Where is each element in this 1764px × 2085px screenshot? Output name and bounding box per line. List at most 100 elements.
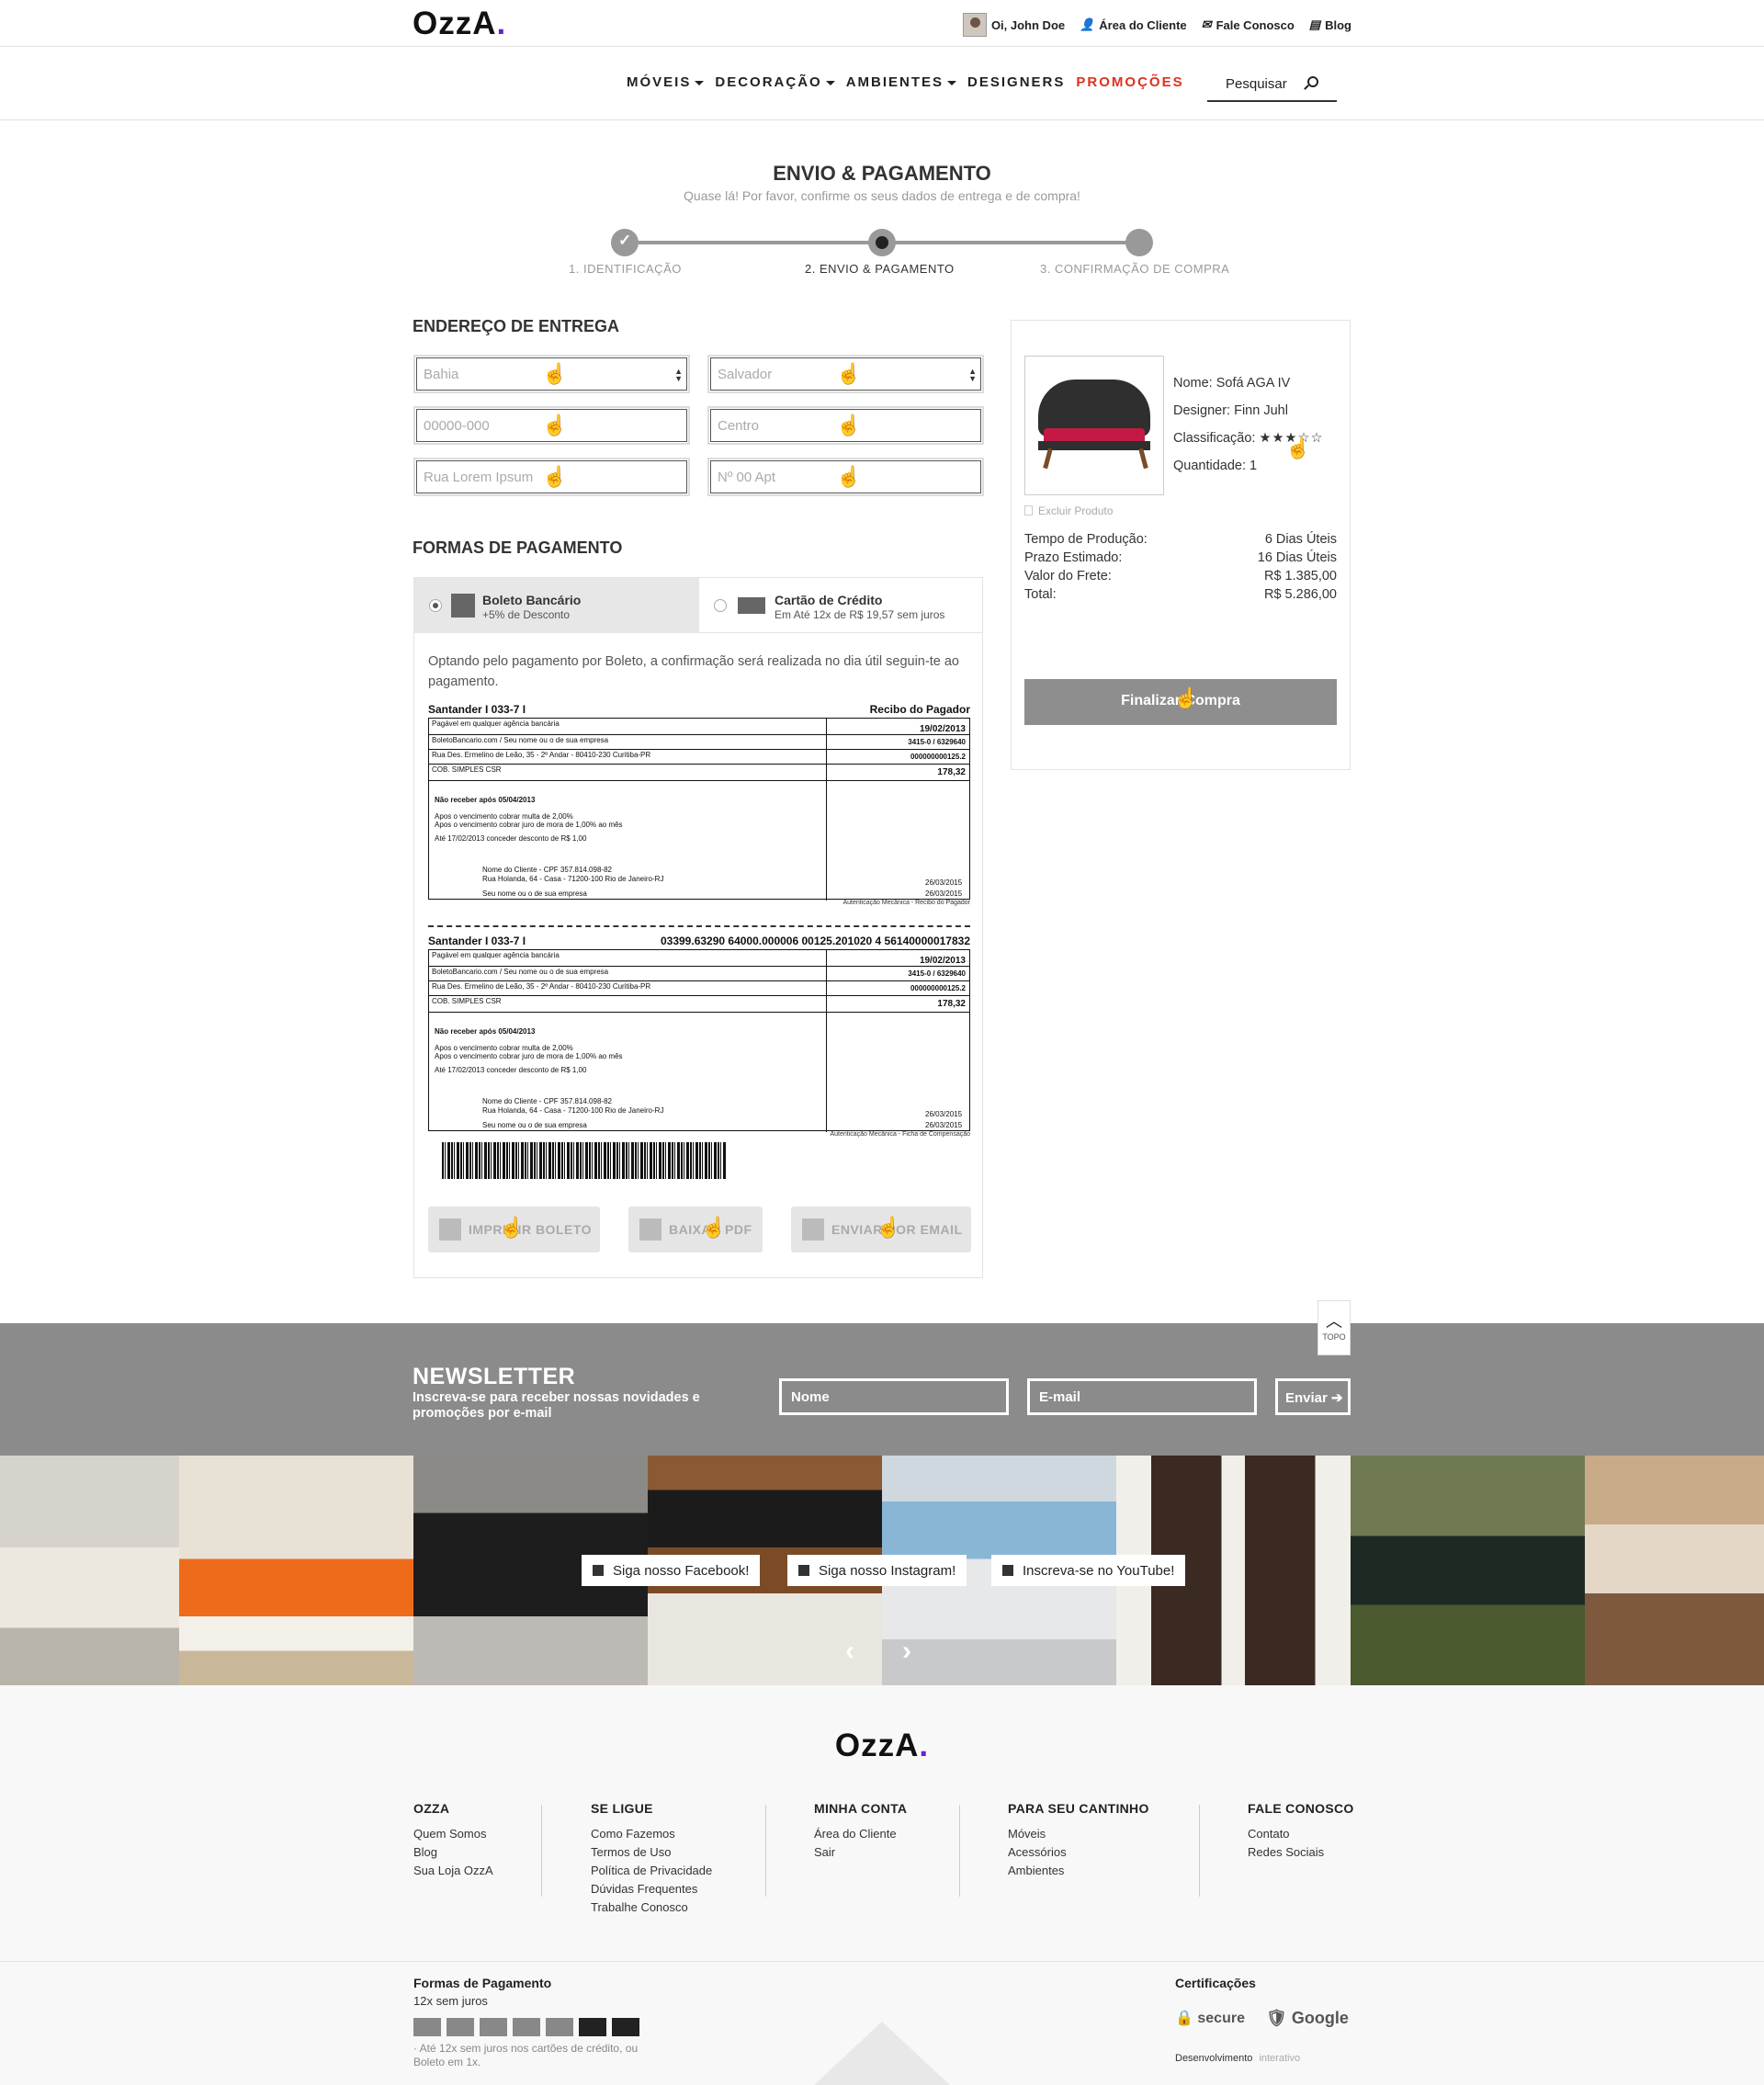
envelope-icon: ✉ [1201, 17, 1212, 31]
mastercard-icon [447, 2018, 474, 2036]
chevron-left-icon[interactable]: ‹ [845, 1636, 854, 1667]
search-input[interactable]: Pesquisar [1207, 67, 1337, 102]
tab-boleto-title: Boleto Bancário [482, 593, 582, 607]
hand-cursor-icon: ☝ [499, 1216, 525, 1239]
cert-title: Certificações [1175, 1976, 1256, 1990]
footer-link[interactable]: Contato [1248, 1825, 1354, 1843]
youtube-button[interactable]: Inscreva-se no YouTube! [991, 1555, 1186, 1586]
footer-link[interactable]: Sair [814, 1843, 907, 1862]
hand-cursor-icon: ☝ [836, 362, 862, 385]
instagram-button[interactable]: Siga nosso Instagram! [787, 1555, 967, 1586]
boleto-footer-1: Autenticação Mecânica - Recibo do Pagado… [842, 900, 970, 906]
boleto-payer-address: Rua Holanda, 64 - Casa - 71200-100 Rio d… [482, 1106, 664, 1115]
instagram-icon [798, 1565, 809, 1576]
footer-link[interactable]: Área do Cliente [814, 1825, 907, 1843]
nav-item-promocoes[interactable]: PROMOÇÕES [1076, 74, 1183, 90]
boleto-receipt: Santander I 033-7 I Recibo do Pagador Pag… [428, 703, 970, 906]
search-icon[interactable] [1307, 76, 1318, 87]
product-image[interactable] [1024, 356, 1164, 495]
tab-credit-card[interactable]: Cartão de Crédito Em Até 12x de R$ 19,57… [699, 578, 982, 633]
footer-link[interactable]: Termos de Uso [591, 1843, 712, 1862]
tab-card-title: Cartão de Crédito [775, 593, 883, 607]
step-current-icon [868, 229, 896, 256]
radio-credit-card[interactable] [714, 599, 727, 612]
dev-credit: Desenvolvimento interativo [1175, 2053, 1301, 2064]
client-area-link[interactable]: 👤 Área do Cliente [1080, 17, 1187, 32]
boleto-carteira: COB. SIMPLES CSR [429, 996, 826, 1013]
step-2-label: 2. ENVIO & PAGAMENTO [805, 262, 955, 276]
nav-item-designers[interactable]: DESIGNERS [967, 74, 1065, 90]
star-empty-icon[interactable]: ☆ [1310, 431, 1323, 446]
radio-boleto[interactable] [429, 599, 442, 612]
step-done-icon [611, 229, 639, 256]
facebook-button[interactable]: Siga nosso Facebook! [582, 1555, 761, 1586]
gallery-photo[interactable] [1351, 1456, 1585, 1685]
payments-title: Formas de Pagamento [413, 1976, 552, 1990]
hand-cursor-icon: ☝ [876, 1216, 901, 1239]
main-nav: MÓVEIS DECORAÇÃO AMBIENTES DESIGNERS PRO… [0, 47, 1764, 120]
boleto-local: Pagável em qualquer agência bancária [429, 719, 826, 735]
download-pdf-button[interactable]: BAIXAR PDF [628, 1207, 763, 1252]
boleto-our-number: 000000000125.2 [826, 750, 969, 765]
remove-product-button[interactable]: Excluir Produto [1024, 504, 1113, 517]
footer-logo[interactable]: OzzA. [0, 1728, 1764, 1764]
product-name: Nome: Sofá AGA IV [1173, 376, 1291, 391]
logo[interactable]: OzzA. [413, 6, 506, 42]
boleto-instr-4: Até 17/02/2013 conceder desconto de R$ 1… [435, 1066, 587, 1074]
printer-icon [439, 1218, 461, 1241]
boleto-address: Rua Des. Ermelino de Leão, 35 - 2º Andar… [429, 981, 826, 996]
envelope-icon [802, 1218, 824, 1241]
gallery-photo[interactable] [0, 1456, 179, 1685]
footer-link[interactable]: Quem Somos [413, 1825, 493, 1843]
chevron-right-icon[interactable]: › [902, 1636, 911, 1667]
caret-down-icon [825, 80, 835, 85]
globalsign-seal[interactable]: 🔒 secure [1175, 2009, 1245, 2027]
footer-link[interactable]: Como Fazemos [591, 1825, 712, 1843]
boleto-agency: 3415-0 / 6329640 [826, 735, 969, 750]
newsletter-email-input[interactable]: E-mail [1027, 1378, 1257, 1415]
footer-link[interactable]: Dúvidas Frequentes [591, 1880, 712, 1898]
nav-item-moveis[interactable]: MÓVEIS [627, 74, 705, 90]
footer-link[interactable]: Sua Loja OzzA [413, 1862, 493, 1880]
footer-link[interactable]: Redes Sociais [1248, 1843, 1354, 1862]
footer-link[interactable]: Blog [413, 1843, 493, 1862]
hand-cursor-icon: ☝ [1173, 686, 1199, 709]
nav-item-ambientes[interactable]: AMBIENTES [846, 74, 957, 90]
user-greeting[interactable]: Oi, John Doe [962, 13, 1065, 37]
blog-link[interactable]: ▤ Blog [1309, 17, 1351, 32]
footer-link[interactable]: Acessórios [1008, 1843, 1149, 1862]
boleto-bank: Santander I 033-7 I [428, 703, 526, 716]
footer-link[interactable]: Política de Privacidade [591, 1862, 712, 1880]
newsletter-title: NEWSLETTER [413, 1364, 576, 1389]
avatar [962, 13, 987, 37]
footer-link[interactable]: Ambientes [1008, 1862, 1149, 1880]
gallery-photo[interactable] [1585, 1456, 1764, 1685]
nav-item-decoracao[interactable]: DECORAÇÃO [715, 74, 835, 90]
footer-link[interactable]: Trabalhe Conosco [591, 1898, 712, 1917]
caret-down-icon [695, 80, 705, 85]
cut-line [428, 925, 970, 927]
newsletter-name-input[interactable]: Nome [779, 1378, 1009, 1415]
newsletter-send-button[interactable]: Enviar ➔ [1275, 1378, 1351, 1415]
gallery-photo[interactable] [179, 1456, 413, 1685]
footer-col-se-ligue: SE LIGUE Como Fazemos Termos de Uso Polí… [591, 1801, 712, 1917]
select-arrows-icon: ▲ ▼ [968, 367, 977, 383]
payment-title: FORMAS DE PAGAMENTO [413, 538, 623, 557]
boleto-beneficiary: BoletoBancario.com / Seu nome ou o de su… [429, 967, 826, 981]
tab-boleto[interactable]: Boleto Bancário +5% de Desconto [414, 578, 699, 633]
footer-link[interactable]: Móveis [1008, 1825, 1149, 1843]
page-title: ENVIO & PAGAMENTO [773, 162, 991, 185]
hand-cursor-icon: ☝ [836, 465, 862, 488]
newsletter: NEWSLETTER Inscreva-se para receber noss… [0, 1323, 1764, 1456]
payments-sub: 12x sem juros [413, 1994, 488, 2008]
boleto-processing-date: 26/03/2015 [925, 878, 963, 887]
contact-link[interactable]: ✉ Fale Conosco [1202, 17, 1295, 32]
page-subtitle: Quase lá! Por favor, confirme os seus da… [684, 188, 1080, 203]
pdf-icon [639, 1218, 662, 1241]
star-filled-icon[interactable]: ★ [1259, 431, 1272, 446]
tab-boleto-sub: +5% de Desconto [482, 608, 571, 621]
back-to-top-button[interactable]: ︿ TOPO [1317, 1300, 1351, 1355]
google-safe-browsing-seal[interactable]: 🛡 Google [1266, 2009, 1349, 2028]
dev-logo[interactable]: interativo [1259, 2053, 1300, 2064]
star-filled-icon[interactable]: ★ [1272, 431, 1284, 446]
